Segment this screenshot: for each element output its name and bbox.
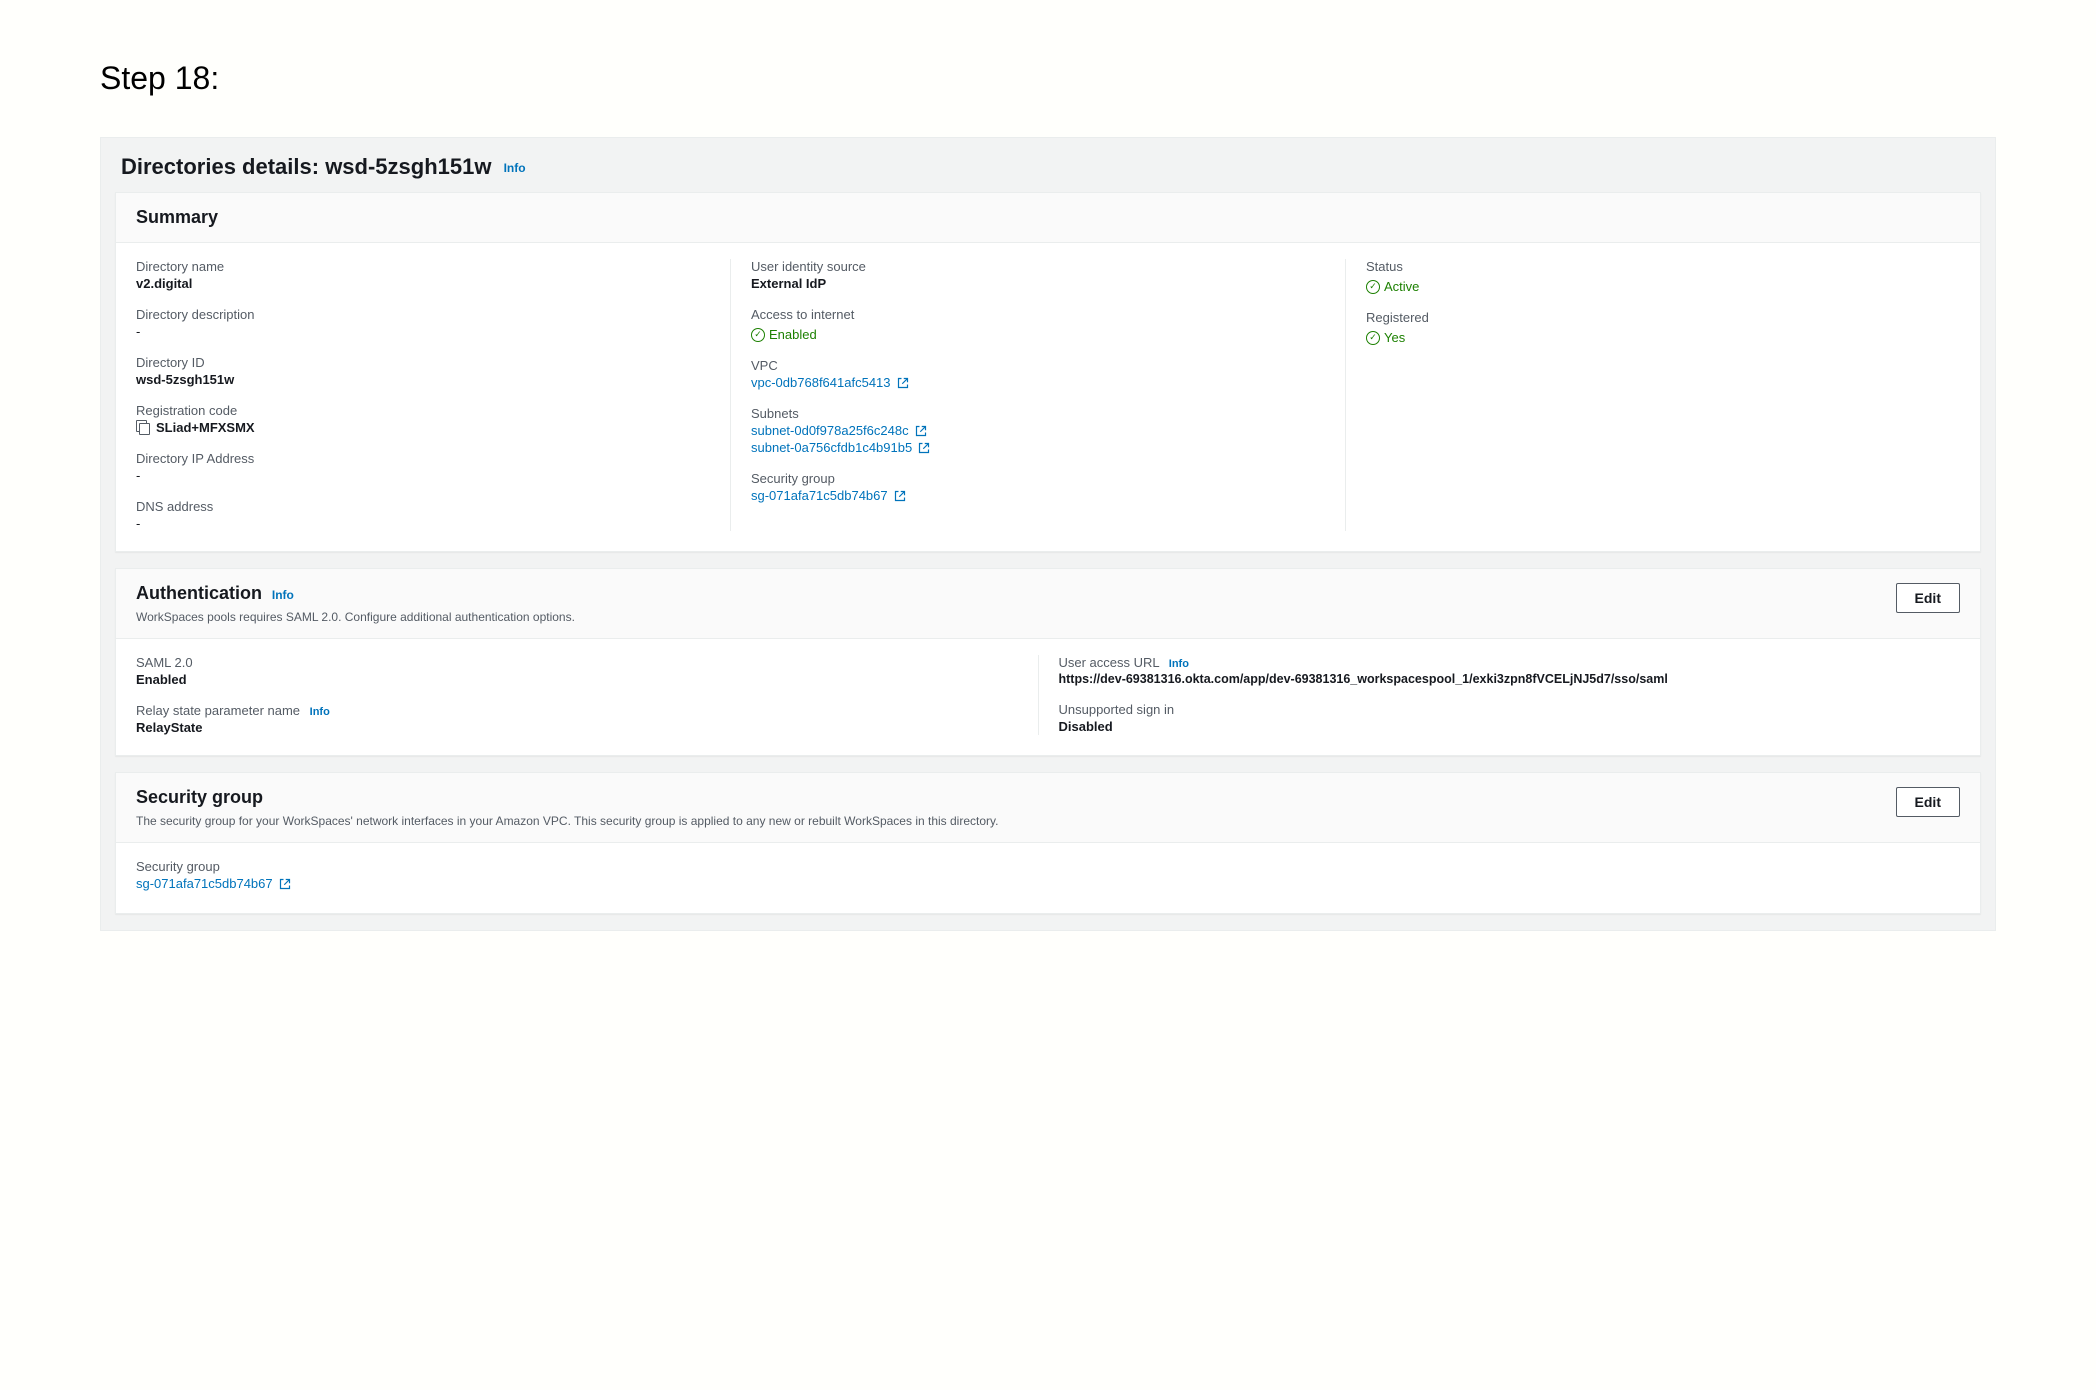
directory-ip-label: Directory IP Address — [136, 451, 710, 466]
step-label: Step 18: — [100, 60, 1996, 97]
subnet-link-1[interactable]: subnet-0a756cfdb1c4b91b5 — [751, 440, 912, 455]
access-to-internet-label: Access to internet — [751, 307, 1325, 322]
registered-label: Registered — [1366, 310, 1940, 325]
summary-panel: Summary Directory name v2.digital Direct… — [115, 192, 1981, 552]
authentication-subtitle: WorkSpaces pools requires SAML 2.0. Conf… — [136, 610, 1896, 624]
access-to-internet-value: ✓ Enabled — [751, 327, 817, 342]
directory-id-value: wsd-5zsgh151w — [136, 372, 710, 387]
info-link-relay-state[interactable]: Info — [310, 706, 330, 718]
authentication-header: Authentication Info WorkSpaces pools req… — [116, 569, 1980, 639]
console-container: Directories details: wsd-5zsgh151w Info … — [100, 137, 1996, 931]
directory-description-value: - — [136, 324, 710, 339]
info-link-authentication[interactable]: Info — [272, 588, 294, 602]
check-circle-icon: ✓ — [1366, 331, 1380, 345]
authentication-body: SAML 2.0 Enabled Relay state parameter n… — [116, 639, 1980, 755]
relay-state-label-text: Relay state parameter name — [136, 703, 300, 718]
registration-code-text: SLiad+MFXSMX — [156, 420, 255, 435]
user-identity-source-label: User identity source — [751, 259, 1325, 274]
directory-id-label: Directory ID — [136, 355, 710, 370]
external-link-icon — [894, 490, 906, 502]
security-group-label: Security group — [751, 471, 1325, 486]
check-circle-icon: ✓ — [1366, 280, 1380, 294]
subnet-link-0[interactable]: subnet-0d0f978a25f6c248c — [751, 423, 909, 438]
page-title-row: Directories details: wsd-5zsgh151w Info — [101, 138, 1995, 192]
directory-ip-value: - — [136, 468, 710, 483]
unsupported-sign-in-value: Disabled — [1059, 719, 1941, 734]
relay-state-label: Relay state parameter name Info — [136, 703, 1018, 718]
security-group-field-link[interactable]: sg-071afa71c5db74b67 — [136, 876, 273, 891]
vpc-label: VPC — [751, 358, 1325, 373]
registration-code-label: Registration code — [136, 403, 710, 418]
registration-code-value: SLiad+MFXSMX — [136, 420, 710, 435]
unsupported-sign-in-label: Unsupported sign in — [1059, 702, 1941, 717]
authentication-title: Authentication — [136, 583, 262, 603]
external-link-icon — [279, 878, 291, 890]
security-group-title: Security group — [136, 787, 263, 807]
relay-state-value: RelayState — [136, 720, 1018, 735]
authentication-panel: Authentication Info WorkSpaces pools req… — [115, 568, 1981, 756]
edit-authentication-button[interactable]: Edit — [1896, 583, 1960, 613]
info-link-user-access-url[interactable]: Info — [1169, 658, 1189, 670]
check-circle-icon: ✓ — [751, 328, 765, 342]
saml-label: SAML 2.0 — [136, 655, 1018, 670]
access-to-internet-text: Enabled — [769, 327, 817, 342]
status-text: Active — [1384, 279, 1419, 294]
user-access-url-value: https://dev-69381316.okta.com/app/dev-69… — [1059, 672, 1941, 686]
authentication-col-2: User access URL Info https://dev-6938131… — [1038, 655, 1961, 735]
security-group-link[interactable]: sg-071afa71c5db74b67 — [751, 488, 888, 503]
status-value: ✓ Active — [1366, 279, 1419, 294]
directory-name-label: Directory name — [136, 259, 710, 274]
saml-value: Enabled — [136, 672, 1018, 687]
external-link-icon — [897, 377, 909, 389]
registered-text: Yes — [1384, 330, 1405, 345]
info-link-page[interactable]: Info — [504, 161, 526, 175]
external-link-icon — [918, 442, 930, 454]
vpc-link[interactable]: vpc-0db768f641afc5413 — [751, 375, 891, 390]
subnets-label: Subnets — [751, 406, 1325, 421]
copy-icon[interactable] — [136, 420, 150, 434]
status-label: Status — [1366, 259, 1940, 274]
summary-col-2: User identity source External IdP Access… — [730, 259, 1345, 531]
authentication-col-1: SAML 2.0 Enabled Relay state parameter n… — [136, 655, 1038, 735]
dns-address-label: DNS address — [136, 499, 710, 514]
page-title: Directories details: wsd-5zsgh151w — [121, 154, 491, 179]
summary-header: Summary — [116, 193, 1980, 243]
security-group-panel: Security group The security group for yo… — [115, 772, 1981, 914]
external-link-icon — [915, 425, 927, 437]
security-group-field-label: Security group — [136, 859, 1960, 874]
summary-title: Summary — [136, 207, 218, 227]
summary-col-1: Directory name v2.digital Directory desc… — [136, 259, 730, 531]
summary-body: Directory name v2.digital Directory desc… — [116, 243, 1980, 551]
summary-col-3: Status ✓ Active Registered ✓ Yes — [1345, 259, 1960, 531]
registered-value: ✓ Yes — [1366, 330, 1405, 345]
security-group-body: Security group sg-071afa71c5db74b67 — [116, 843, 1980, 913]
security-group-header: Security group The security group for yo… — [116, 773, 1980, 843]
edit-security-group-button[interactable]: Edit — [1896, 787, 1960, 817]
directory-description-label: Directory description — [136, 307, 710, 322]
user-identity-source-value: External IdP — [751, 276, 1325, 291]
user-access-url-label-text: User access URL — [1059, 655, 1160, 670]
user-access-url-label: User access URL Info — [1059, 655, 1941, 670]
dns-address-value: - — [136, 516, 710, 531]
directory-name-value: v2.digital — [136, 276, 710, 291]
security-group-subtitle: The security group for your WorkSpaces' … — [136, 814, 1896, 828]
